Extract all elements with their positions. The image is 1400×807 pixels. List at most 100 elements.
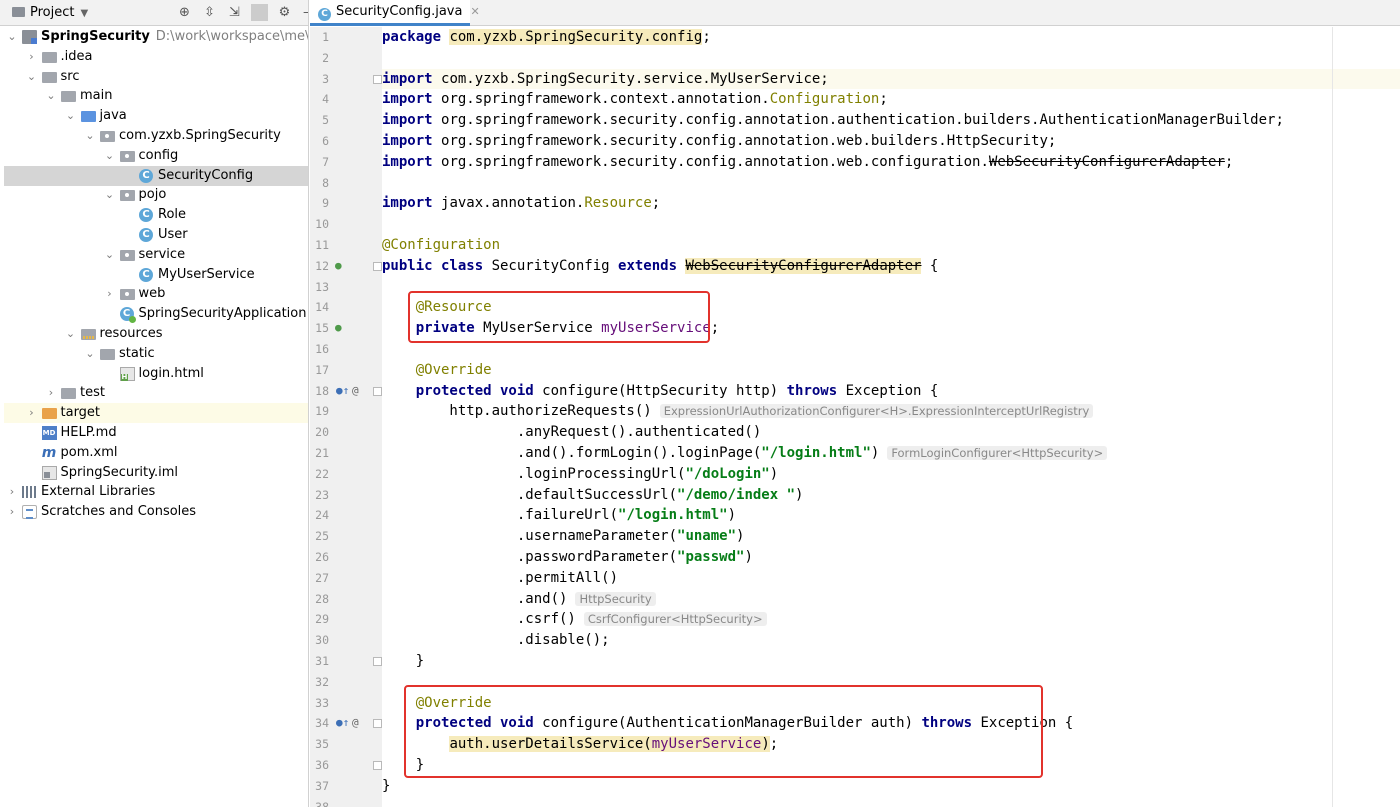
code-line[interactable]: import org.springframework.context.annot… <box>382 89 1400 110</box>
code-line[interactable]: .loginProcessingUrl("/doLogin") <box>382 464 1400 485</box>
chevron-down-icon[interactable]: ⌄ <box>104 245 116 265</box>
close-icon[interactable]: ✕ <box>470 5 479 18</box>
fold-marker-icon[interactable] <box>373 261 382 271</box>
annotation-icon[interactable]: @ <box>352 717 359 729</box>
code-line[interactable]: @Configuration <box>382 235 1400 256</box>
hide-panel-icon[interactable]: — <box>301 4 308 21</box>
fold-marker-icon[interactable] <box>373 761 382 770</box>
locate-file-icon[interactable]: ⊕ <box>176 4 193 21</box>
tree-item[interactable]: › External Libraries <box>4 482 308 502</box>
code-line[interactable]: .and().formLogin().loginPage("/login.htm… <box>382 443 1400 464</box>
code-line[interactable]: import com.yzxb.SpringSecurity.service.M… <box>382 68 1400 90</box>
fold-marker-icon[interactable] <box>373 386 382 396</box>
code-line[interactable]: protected void configure(HttpSecurity ht… <box>382 381 1400 402</box>
chevron-right-icon[interactable]: › <box>6 502 18 522</box>
chevron-right-icon[interactable]: › <box>45 383 57 403</box>
code-line[interactable]: } <box>382 651 1400 672</box>
chevron-down-icon[interactable]: ⌄ <box>104 146 116 166</box>
code-line[interactable] <box>382 173 1400 194</box>
code-line[interactable]: auth.userDetailsService(myUserService); <box>382 734 1400 755</box>
code-area[interactable]: package com.yzxb.SpringSecurity.config; i… <box>382 27 1400 807</box>
chevron-right-icon[interactable]: › <box>6 482 18 502</box>
code-line[interactable]: .permitAll() <box>382 568 1400 589</box>
tree-item[interactable]: ⌄ service <box>4 245 308 265</box>
code-line[interactable]: private MyUserService myUserService; <box>382 318 1400 339</box>
chevron-down-icon[interactable]: ⌄ <box>65 324 77 344</box>
code-line[interactable]: @Override <box>382 360 1400 381</box>
chevron-right-icon[interactable]: › <box>104 284 116 304</box>
tree-item[interactable]: ⌄ resources <box>4 324 308 344</box>
override-icon[interactable]: ●↑ <box>336 717 349 729</box>
code-line[interactable]: } <box>382 776 1400 797</box>
chevron-down-icon[interactable]: ⌄ <box>65 106 77 126</box>
tree-item[interactable]: › .idea <box>4 47 308 67</box>
tree-item[interactable]: ⌄ static <box>4 344 308 364</box>
override-icon[interactable]: ●↑ <box>336 384 349 397</box>
tree-item[interactable]: ⌄ main <box>4 86 308 106</box>
tree-item[interactable]: C SecurityConfig <box>4 165 308 186</box>
code-line[interactable]: protected void configure(AuthenticationM… <box>382 713 1400 734</box>
fold-marker-icon[interactable] <box>373 719 382 729</box>
chevron-down-icon[interactable]: ⌄ <box>26 67 38 87</box>
tree-item[interactable]: C Role <box>4 205 308 225</box>
fold-marker-icon[interactable] <box>373 74 382 84</box>
tree-item[interactable]: C SpringSecurityApplication <box>4 304 308 324</box>
code-line[interactable]: .passwordParameter("passwd") <box>382 547 1400 568</box>
code-line[interactable]: package com.yzxb.SpringSecurity.config; <box>382 27 1400 48</box>
code-line[interactable]: .disable(); <box>382 630 1400 651</box>
code-line[interactable] <box>382 48 1400 69</box>
tree-item[interactable]: ⌄ com.yzxb.SpringSecurity <box>4 126 308 146</box>
tree-item[interactable]: ⌄ pojo <box>4 185 308 205</box>
code-line[interactable] <box>382 797 1400 807</box>
tree-item[interactable]: › Scratches and Consoles <box>4 502 308 522</box>
chevron-down-icon[interactable]: ⌄ <box>84 126 96 146</box>
tree-item[interactable]: ⌄ config <box>4 146 308 166</box>
code-line[interactable]: import javax.annotation.Resource; <box>382 193 1400 214</box>
tree-item[interactable]: C MyUserService <box>4 265 308 285</box>
code-line[interactable]: .csrf() CsrfConfigurer<HttpSecurity> <box>382 609 1400 630</box>
chevron-right-icon[interactable]: › <box>26 47 38 67</box>
chevron-down-icon[interactable]: ⌄ <box>45 86 57 106</box>
code-line[interactable]: import org.springframework.security.conf… <box>382 152 1400 173</box>
code-line[interactable]: import org.springframework.security.conf… <box>382 131 1400 152</box>
project-view-selector[interactable]: Project ▼ <box>12 5 88 20</box>
tree-item[interactable]: ⌄ SpringSecurity D:\work\workspace\me\Spri… <box>4 27 308 47</box>
code-line[interactable] <box>382 672 1400 693</box>
bean-icon[interactable]: ● <box>335 259 342 272</box>
code-line[interactable]: .and() HttpSecurity <box>382 589 1400 610</box>
tree-item[interactable]: C User <box>4 225 308 245</box>
tree-item[interactable]: › target <box>4 403 308 424</box>
code-line[interactable]: http.authorizeRequests() ExpressionUrlAut… <box>382 401 1400 422</box>
code-line[interactable]: .anyRequest().authenticated() <box>382 422 1400 443</box>
chevron-down-icon[interactable]: ⌄ <box>6 27 18 47</box>
code-line[interactable]: .failureUrl("/login.html") <box>382 505 1400 526</box>
code-line[interactable] <box>382 214 1400 235</box>
code-line[interactable]: .defaultSuccessUrl("/demo/index ") <box>382 485 1400 506</box>
tab-securityconfig-java[interactable]: C SecurityConfig.java ✕ <box>310 0 480 26</box>
code-line[interactable]: } <box>382 755 1400 776</box>
code-line[interactable]: @Override <box>382 693 1400 714</box>
tree-item[interactable]: SpringSecurity.iml <box>4 463 308 483</box>
tree-item[interactable]: m pom.xml <box>4 443 308 463</box>
code-line[interactable] <box>382 339 1400 360</box>
chevron-right-icon[interactable]: › <box>26 403 38 423</box>
code-line[interactable]: import org.springframework.security.conf… <box>382 110 1400 131</box>
code-line[interactable]: .usernameParameter("uname") <box>382 526 1400 547</box>
expand-all-icon[interactable]: ⇳ <box>201 4 218 21</box>
tree-item[interactable]: › test <box>4 383 308 403</box>
tree-item[interactable]: › web <box>4 284 308 304</box>
tree-item[interactable]: MD HELP.md <box>4 423 308 443</box>
chevron-down-icon[interactable]: ⌄ <box>104 185 116 205</box>
bean-icon[interactable]: ● <box>335 322 342 334</box>
tree-item[interactable]: ⌄ java <box>4 106 308 126</box>
gear-icon[interactable]: ⚙ <box>276 4 293 21</box>
fold-marker-icon[interactable] <box>373 657 382 666</box>
annotation-icon[interactable]: @ <box>352 384 359 397</box>
tree-item[interactable]: ⌄ src <box>4 67 308 87</box>
code-line[interactable]: public class SecurityConfig extends WebS… <box>382 256 1400 277</box>
tree-item[interactable]: login.html <box>4 364 308 384</box>
collapse-all-icon[interactable]: ⇲ <box>226 4 243 21</box>
code-line[interactable] <box>382 277 1400 298</box>
code-line[interactable]: @Resource <box>382 297 1400 318</box>
chevron-down-icon[interactable]: ⌄ <box>84 344 96 364</box>
